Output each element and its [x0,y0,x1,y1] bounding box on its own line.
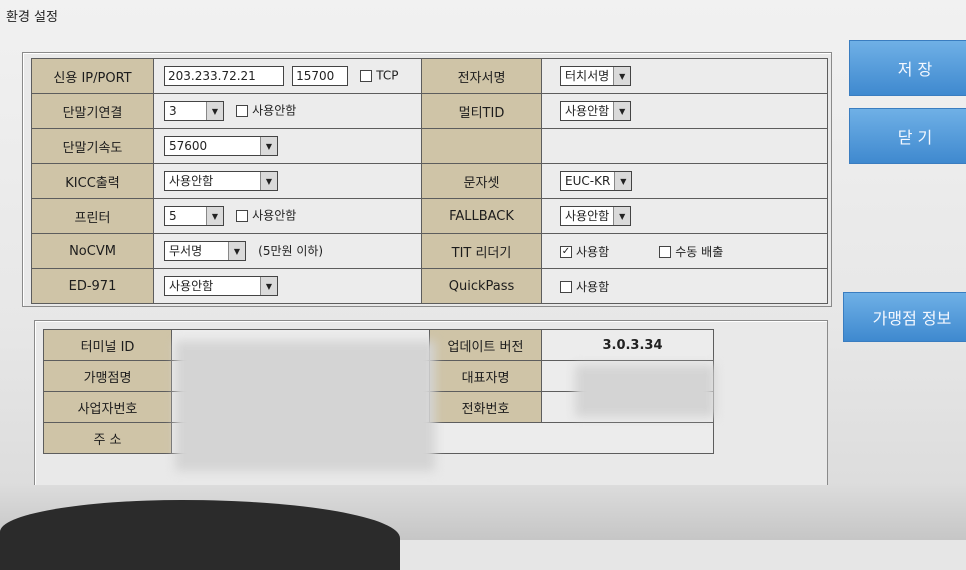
chevron-down-icon: ▼ [260,277,277,295]
chevron-down-icon: ▼ [613,207,631,225]
ip-input[interactable]: 203.233.72.21 [164,66,284,86]
tcp-label: TCP [376,68,399,83]
ed971-value: 사용안함 [169,279,214,293]
terminal-conn-unused-label: 사용안함 [252,103,297,118]
settings-window: 환경 설정 신용 IP/PORT 203.233.72.21 15700 TCP… [0,0,966,570]
close-button[interactable]: 닫 기 [849,108,966,164]
multi-tid-select[interactable]: 사용안함 ▼ [560,101,632,121]
quickpass-use-label: 사용함 [576,279,610,294]
chevron-down-icon: ▼ [613,67,631,85]
multi-tid-value: 사용안함 [565,104,610,118]
charset-value: EUC-KR [565,174,611,188]
merchant-info-panel: 터미널 ID 업데이트 버전 3.0.3.34 가맹점명 대표자명 사업자번호 … [34,320,828,492]
fallback-value: 사용안함 [565,209,610,223]
ed971-select[interactable]: 사용안함 ▼ [164,276,278,296]
chevron-down-icon: ▼ [260,137,277,155]
chevron-down-icon: ▼ [614,172,632,190]
terminal-conn-select[interactable]: 3 ▼ [164,101,224,121]
terminal-speed-select[interactable]: 57600 ▼ [164,136,278,156]
fallback-select[interactable]: 사용안함 ▼ [560,206,632,226]
charset-label: 문자셋 [421,163,542,199]
update-version-label: 업데이트 버전 [429,329,542,361]
terminal-conn-value: 3 [169,104,177,118]
tit-use-checkbox[interactable]: ✓ [560,246,572,258]
printer-unused-checkbox[interactable] [236,210,249,222]
empty-value-cell [541,128,828,164]
charset-select[interactable]: EUC-KR ▼ [560,171,633,191]
address-label: 주 소 [43,422,172,454]
save-button[interactable]: 저 장 [849,40,966,96]
chevron-down-icon: ▼ [260,172,277,190]
update-version-value: 3.0.3.34 [541,329,714,361]
tcp-checkbox[interactable] [360,70,373,82]
kicc-output-label: KICC출력 [31,163,154,199]
window-title: 환경 설정 [6,10,58,25]
quickpass-checkbox[interactable] [560,281,572,293]
terminal-speed-label: 단말기속도 [31,128,154,164]
port-input[interactable]: 15700 [292,66,349,86]
chevron-down-icon: ▼ [206,102,223,120]
kicc-output-value: 사용안함 [169,174,214,188]
terminal-speed-value: 57600 [169,139,208,153]
printer-select[interactable]: 5 ▼ [164,206,224,226]
tit-use-label: 사용함 [576,244,610,259]
chevron-down-icon: ▼ [613,102,631,120]
merchant-info-button[interactable]: 가맹점 정보 [843,292,966,342]
nocvm-label: NoCVM [31,233,154,269]
multi-tid-label: 멀티TID [421,93,542,129]
ip-port-label: 신용 IP/PORT [31,58,154,94]
nocvm-note: (5만원 이하) [258,243,324,258]
esign-select[interactable]: 터치서명 ▼ [560,66,632,86]
merchant-name-label: 가맹점명 [43,360,172,392]
fallback-label: FALLBACK [421,198,542,234]
esign-label: 전자서명 [421,58,542,94]
terminal-conn-label: 단말기연결 [31,93,154,129]
blurred-merchant-details [175,341,435,471]
chevron-down-icon: ▼ [228,242,245,260]
printer-value: 5 [169,209,177,223]
printer-label: 프린터 [31,198,154,234]
esign-select-value: 터치서명 [565,69,610,83]
nocvm-value: 무서명 [169,244,203,258]
printer-unused-label: 사용안함 [252,208,297,223]
phone-label: 전화번호 [429,391,542,423]
blurred-contact-details [575,365,715,417]
terminal-conn-unused-checkbox[interactable] [236,105,249,117]
terminal-id-label: 터미널 ID [43,329,172,361]
nocvm-select[interactable]: 무서명 ▼ [164,241,246,261]
manual-eject-checkbox[interactable] [659,246,672,258]
business-no-label: 사업자번호 [43,391,172,423]
quickpass-label: QuickPass [421,268,542,304]
tit-reader-label: TIT 리더기 [421,233,542,269]
ed971-label: ED-971 [31,268,154,304]
settings-panel: 신용 IP/PORT 203.233.72.21 15700 TCP 전자서명 … [22,52,832,307]
kicc-output-select[interactable]: 사용안함 ▼ [164,171,278,191]
representative-label: 대표자명 [429,360,542,392]
manual-eject-label: 수동 배출 [675,244,724,259]
empty-label-cell [421,128,542,164]
chevron-down-icon: ▼ [206,207,223,225]
